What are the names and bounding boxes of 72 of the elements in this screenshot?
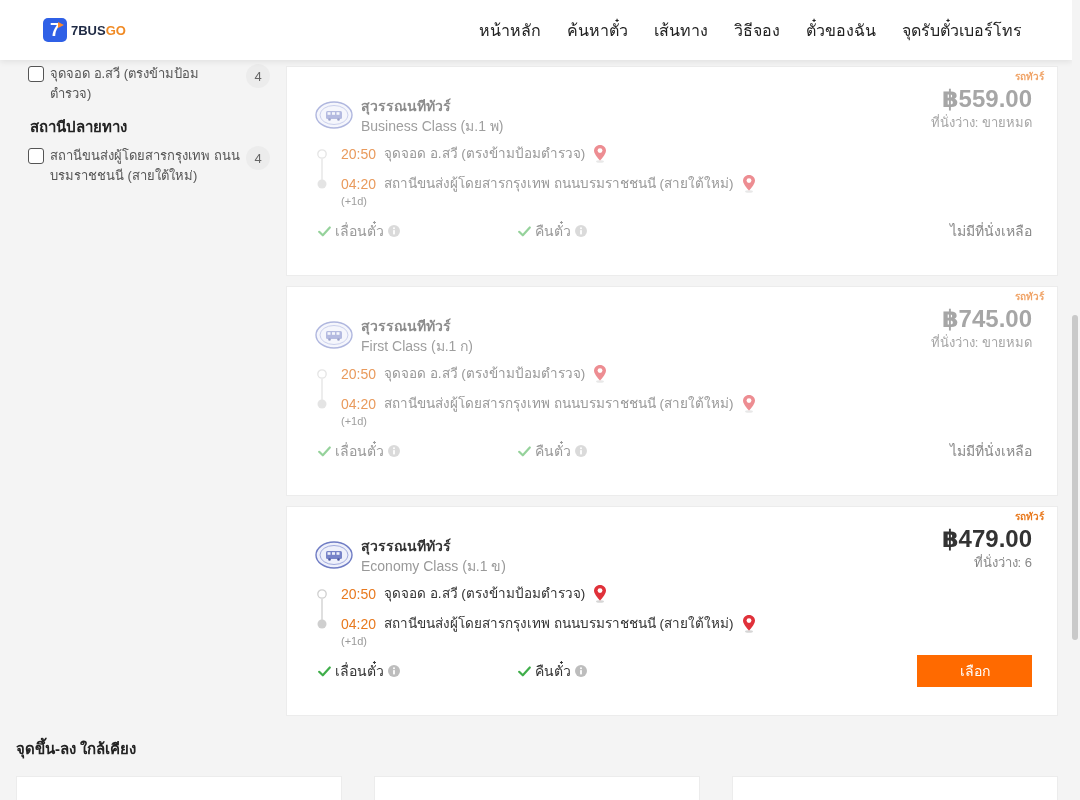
route-timeline <box>315 589 329 629</box>
info-icon[interactable] <box>388 225 400 237</box>
bus-type-label: รถทัวร์ <box>1015 290 1044 304</box>
day-offset: (+1d) <box>341 415 368 427</box>
map-pin-icon[interactable] <box>593 584 608 603</box>
price: ฿479.00 <box>941 524 1032 554</box>
seats-available: ที่นั่งว่าง: ขายหมด <box>930 334 1032 352</box>
checkbox[interactable] <box>28 148 44 164</box>
time: 04:20 <box>341 615 377 634</box>
operator-name: สุวรรณนทีทัวร์ <box>361 97 452 116</box>
stop-name: สถานีขนส่งผู้โดยสารกรุงเทพ ถนนบรมราชชนนี (สายใต้ใหม่) <box>384 615 734 634</box>
stop-name: จุดจอด อ.สวี (ตรงข้ามป้อมตำรวจ) <box>384 365 586 384</box>
map-pin-icon[interactable] <box>593 144 608 163</box>
time: 04:20 <box>341 175 377 194</box>
filter-label[interactable]: จุดจอด อ.สวี (ตรงข้ามป้อมตำรวจ) <box>50 64 240 104</box>
filter-section-title: สถานีปลายทาง <box>30 117 128 137</box>
availability-status: ไม่มีที่นั่งเหลือ <box>950 441 1032 461</box>
day-offset: (+1d) <box>341 195 368 207</box>
nav-link[interactable]: จุดรับตั๋วเบอร์โทร <box>902 17 1022 43</box>
bus-emblem-icon <box>315 101 353 129</box>
nav-link[interactable]: เส้นทาง <box>654 17 708 43</box>
nav-link[interactable]: ตั๋วของฉัน <box>806 17 876 43</box>
info-icon[interactable] <box>575 225 587 237</box>
route-timeline <box>315 149 329 189</box>
bus-type-label: รถทัวร์ <box>1015 510 1044 524</box>
price: ฿559.00 <box>941 84 1032 114</box>
section-title: จุดขึ้น-ลง ใกล้เคียง <box>16 738 1058 760</box>
bus-emblem-icon <box>315 541 353 569</box>
feature-label: คืนตั๋ว <box>535 221 571 241</box>
price: ฿745.00 <box>941 304 1032 334</box>
bus-class: Business Class (ม.1 พ) <box>361 117 504 136</box>
map-pin-icon[interactable] <box>741 174 756 193</box>
time: 20:50 <box>341 145 377 164</box>
operator-name: สุวรรณนทีทัวร์ <box>361 537 452 556</box>
info-icon[interactable] <box>575 445 587 457</box>
scrollbar-thumb[interactable] <box>1072 315 1078 640</box>
time: 20:50 <box>341 585 377 604</box>
feature-label: เลื่อนตั๋ว <box>335 441 384 461</box>
nav-link[interactable]: ค้นหาตั๋ว <box>567 17 628 43</box>
map-pin-icon[interactable] <box>741 394 756 413</box>
logo-wordmark[interactable]: 7BUSGO <box>71 22 126 38</box>
feature-label: เลื่อนตั๋ว <box>335 661 384 681</box>
stop-name: จุดจอด อ.สวี (ตรงข้ามป้อมตำรวจ) <box>384 145 586 164</box>
map-pin-icon[interactable] <box>741 614 756 633</box>
stop-name: จุดจอด อ.สวี (ตรงข้ามป้อมตำรวจ) <box>384 585 586 604</box>
day-offset: (+1d) <box>341 635 368 647</box>
seats-available: ที่นั่งว่าง: ขายหมด <box>930 114 1032 132</box>
bus-class: Economy Class (ม.1 ข) <box>361 557 507 576</box>
stop-name: สถานีขนส่งผู้โดยสารกรุงเทพ ถนนบรมราชชนนี (สายใต้ใหม่) <box>384 395 734 414</box>
seats-available: ที่นั่งว่าง: 6 <box>973 554 1032 572</box>
nav-link[interactable]: หน้าหลัก <box>479 17 541 43</box>
info-icon[interactable] <box>575 665 587 677</box>
bus-emblem-icon <box>315 321 353 349</box>
info-icon[interactable] <box>388 665 400 677</box>
feature-label: เลื่อนตั๋ว <box>335 221 384 241</box>
checkbox[interactable] <box>28 66 44 82</box>
feature-label: คืนตั๋ว <box>535 661 571 681</box>
bus-class: First Class (ม.1 ก) <box>361 337 473 356</box>
time: 20:50 <box>341 365 377 384</box>
time: 04:20 <box>341 395 377 414</box>
filter-label[interactable]: สถานีขนส่งผู้โดยสารกรุงเทพ ถนนบรมราชชนนี (สายใต้ใหม่) <box>50 146 240 186</box>
map-pin-icon[interactable] <box>593 364 608 383</box>
feature-label: คืนตั๋ว <box>535 441 571 461</box>
availability-status: ไม่มีที่นั่งเหลือ <box>950 221 1032 241</box>
nav-link[interactable]: วิธีจอง <box>734 17 780 43</box>
count-badge: 4 <box>246 64 270 88</box>
route-timeline <box>315 369 329 409</box>
operator-name: สุวรรณนทีทัวร์ <box>361 317 452 336</box>
count-badge: 4 <box>246 146 270 170</box>
stop-name: สถานีขนส่งผู้โดยสารกรุงเทพ ถนนบรมราชชนนี (สายใต้ใหม่) <box>384 175 734 194</box>
bus-type-label: รถทัวร์ <box>1015 70 1044 84</box>
info-icon[interactable] <box>388 445 400 457</box>
